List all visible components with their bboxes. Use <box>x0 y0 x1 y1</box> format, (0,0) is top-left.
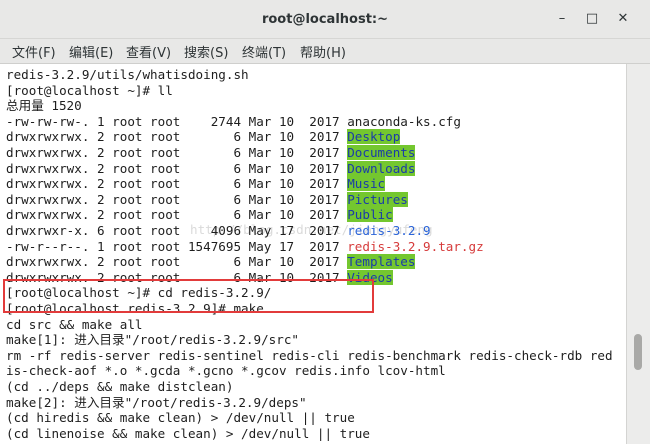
minimize-icon[interactable]: – <box>553 10 571 28</box>
menu-view[interactable]: 查看(V) <box>126 42 171 61</box>
directory-name: Pictures <box>347 191 408 207</box>
terminal-line: drwxrwxrwx. 2 root root 6 Mar 10 2017 De… <box>6 129 401 145</box>
terminal-line: drwxrwxrwx. 2 root root 6 Mar 10 2017 Do… <box>6 160 416 176</box>
terminal-line: drwxrwxrwx. 2 root root 6 Mar 10 2017 Pu… <box>6 207 393 223</box>
terminal-line: (cd hiredis && make clean) > /dev/null |… <box>6 410 355 426</box>
terminal-line: rm -rf redis-server redis-sentinel redis… <box>6 347 613 363</box>
directory-name: Templates <box>347 254 416 270</box>
scrollbar-thumb[interactable] <box>634 334 642 370</box>
directory-name: Documents <box>347 145 416 160</box>
terminal-line: 总用量 1520 <box>6 98 82 114</box>
menu-bar: 文件(F) 编辑(E) 查看(V) 搜索(S) 终端(T) 帮助(H) <box>0 39 650 64</box>
terminal-output[interactable]: http://blog.csdn.net/jiangyufeng redis-3… <box>0 64 626 444</box>
menu-edit[interactable]: 编辑(E) <box>69 42 113 61</box>
terminal-line: redis-3.2.9/utils/whatisdoing.sh <box>6 67 249 82</box>
terminal-line: [root@localhost ~]# ll <box>6 82 173 98</box>
menu-terminal[interactable]: 终端(T) <box>242 42 286 61</box>
terminal-line: (cd linenoise && make clean) > /dev/null… <box>6 425 370 441</box>
terminal-line: drwxrwxrwx. 2 root root 6 Mar 10 2017 Pi… <box>6 191 408 207</box>
menu-search[interactable]: 搜索(S) <box>184 42 228 61</box>
terminal-line: make[1]: 进入目录"/root/redis-3.2.9/src" <box>6 332 300 348</box>
terminal-line: drwxrwxrwx. 2 root root 6 Mar 10 2017 Te… <box>6 254 416 270</box>
terminal-line: -rw-r--r--. 1 root root 1547695 May 17 2… <box>6 238 484 254</box>
terminal-window: root@localhost:~ – □ ✕ 文件(F) 编辑(E) 查看(V)… <box>0 0 650 444</box>
directory-name: Desktop <box>347 129 401 145</box>
directory-name: redis-3.2.9 <box>347 223 431 238</box>
directory-name: Public <box>347 207 393 223</box>
terminal-line: -rw-rw-rw-. 1 root root 2744 Mar 10 2017… <box>6 113 461 129</box>
red-highlight-box <box>3 279 374 313</box>
archive-name: redis-3.2.9.tar.gz <box>347 238 484 254</box>
terminal-line: cd src && make all <box>6 316 143 332</box>
menu-file[interactable]: 文件(F) <box>12 42 56 61</box>
terminal-line: drwxrwxrwx. 2 root root 6 Mar 10 2017 Mu… <box>6 176 386 192</box>
maximize-icon[interactable]: □ <box>583 10 601 28</box>
title-bar[interactable]: root@localhost:~ – □ ✕ <box>0 0 650 39</box>
close-icon[interactable]: ✕ <box>614 10 632 28</box>
terminal-line: drwxrwxrwx. 2 root root 6 Mar 10 2017 Do… <box>6 145 416 160</box>
terminal-line: drwxrwxr-x. 6 root root 4096 May 17 2017… <box>6 223 431 238</box>
terminal-line: (cd ../deps && make distclean) <box>6 379 234 394</box>
directory-name: Music <box>347 176 386 192</box>
menu-help[interactable]: 帮助(H) <box>300 42 346 61</box>
terminal-line: is-check-aof *.o *.gcda *.gcno *.gcov re… <box>6 363 446 379</box>
terminal-line: make[2]: 进入目录"/root/redis-3.2.9/deps" <box>6 394 307 410</box>
file-name: anaconda-ks.cfg <box>347 113 461 129</box>
scrollbar[interactable] <box>626 64 650 444</box>
directory-name: Downloads <box>347 160 416 176</box>
